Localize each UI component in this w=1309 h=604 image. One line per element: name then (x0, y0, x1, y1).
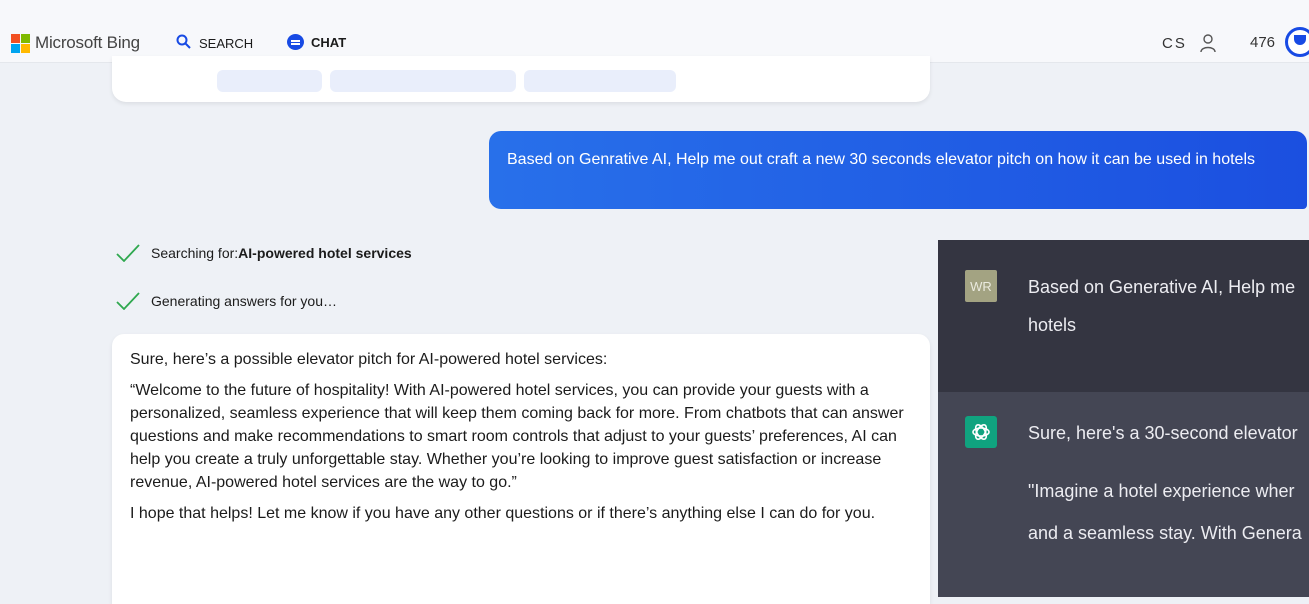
chatgpt-user-message: WR Based on Generative AI, Help me hotel… (938, 240, 1309, 392)
user-message: Based on Genrative AI, Help me out craft… (489, 131, 1307, 209)
learn-more-link[interactable] (330, 70, 516, 92)
tab-chat-label: CHAT (311, 34, 347, 50)
answer-intro: Sure, here’s a possible elevator pitch f… (130, 351, 608, 368)
chatgpt-answer-line: and a seamless stay. With Genera (1028, 523, 1302, 543)
previous-response-card (112, 56, 930, 102)
rewards-points[interactable]: 476 (1250, 34, 1275, 51)
chat-icon (287, 34, 304, 50)
checkmark-icon (116, 244, 140, 262)
brand-name: Microsoft Bing (35, 33, 140, 52)
status-prefix: Searching for: (151, 245, 239, 261)
bot-answer-card: Sure, here’s a possible elevator pitch f… (112, 334, 930, 604)
user-avatar: WR (965, 270, 997, 302)
person-icon[interactable] (1200, 33, 1216, 58)
chatgpt-answer-line: "Imagine a hotel experience wher (1028, 481, 1295, 501)
status-text: Generating answers for you… (151, 293, 337, 309)
tab-chat[interactable]: CHAT (287, 34, 346, 50)
answer-pitch: “Welcome to the future of hospitality! W… (130, 382, 904, 491)
learn-more-link[interactable] (524, 70, 676, 92)
learn-more-link[interactable] (217, 70, 322, 92)
status-generating: Generating answers for you… (116, 292, 337, 310)
openai-logo-icon (965, 416, 997, 448)
chatgpt-user-line: Based on Generative AI, Help me (1028, 277, 1296, 297)
search-query[interactable]: AI-powered hotel services (238, 245, 412, 261)
answer-closing: I hope that helps! Let me know if you ha… (130, 505, 876, 522)
rewards-trophy-icon[interactable] (1285, 27, 1309, 57)
chatgpt-answer-line: Sure, here's a 30-second elevator (1028, 423, 1298, 443)
user-initials[interactable]: CS (1162, 35, 1187, 52)
tab-search-label: SEARCH (199, 35, 254, 51)
tab-search[interactable]: SEARCH (176, 34, 253, 52)
search-icon (176, 34, 191, 52)
microsoft-logo-icon (11, 33, 30, 53)
status-searching: Searching for: AI-powered hotel services (116, 244, 412, 262)
chatgpt-screenshot-overlay: WR Based on Generative AI, Help me hotel… (938, 240, 1309, 597)
top-bar: Microsoft Bing SEARCH CHAT CS 476 (0, 0, 1309, 63)
chatgpt-assistant-message: Sure, here's a 30-second elevator "Imagi… (938, 392, 1309, 597)
chatgpt-user-line: hotels (1028, 315, 1077, 335)
checkmark-icon (116, 292, 140, 310)
bing-logo[interactable]: Microsoft Bing (11, 33, 140, 53)
